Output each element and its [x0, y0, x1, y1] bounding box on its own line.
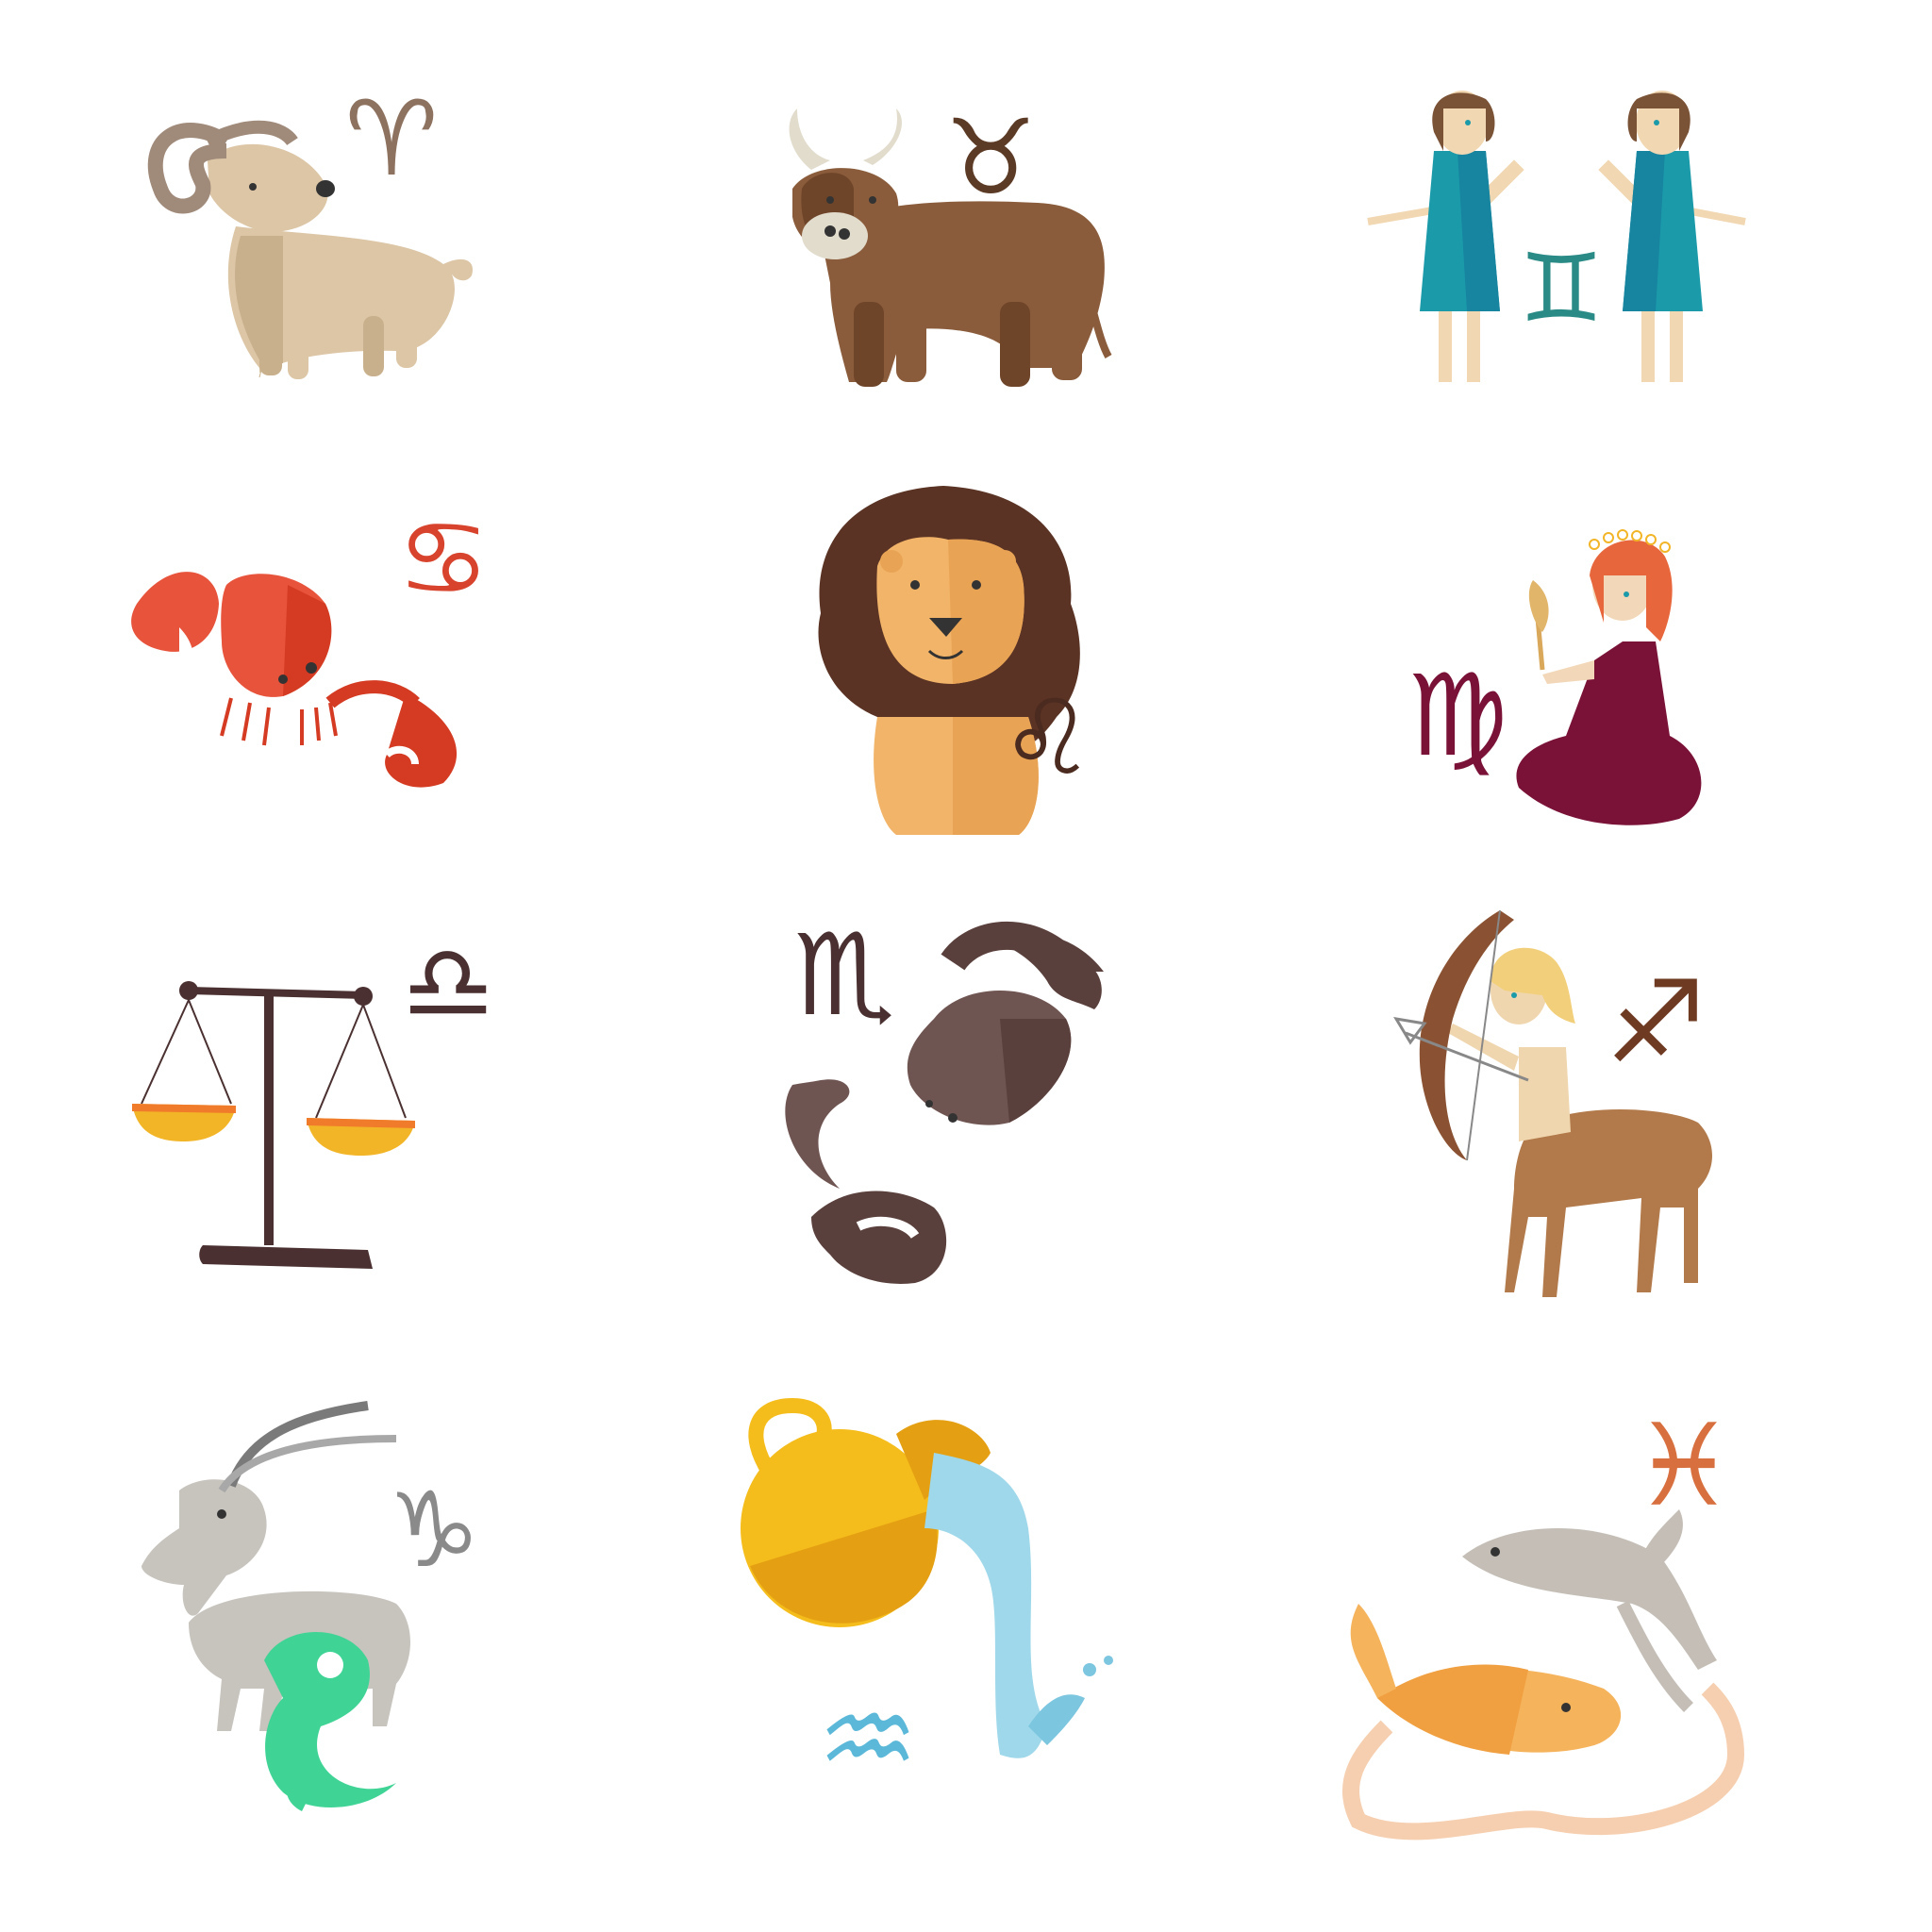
libra-icon: ♎: [132, 923, 494, 1269]
aries-glyph: ♈: [345, 78, 439, 199]
virgo-icon: ♍: [1407, 529, 1702, 825]
leo-icon: ♌: [818, 486, 1094, 835]
taurus-icon: ♉: [789, 97, 1112, 387]
maiden-figure: [1516, 529, 1702, 825]
cancer-icon: ♋: [131, 498, 490, 788]
scorpio-glyph: ♏: [793, 910, 895, 1041]
gemini-glyph: ♊: [1519, 233, 1604, 343]
sagittarius-icon: ♐: [1393, 909, 1712, 1297]
capricorn-glyph: ♑: [388, 1470, 481, 1591]
pisces-icon: ♓: [1342, 1401, 1745, 1840]
zodiac-illustration: ♈ ♉ ♊ ♋ ♌ ♍ ♎ ♏ ♐ ♑ ♒ ♓: [131, 78, 1746, 1840]
aries-icon: ♈: [147, 78, 473, 379]
sea-goat-figure: [142, 1401, 410, 1811]
cancer-glyph: ♋: [397, 498, 491, 619]
scorpio-icon: ♏: [785, 910, 1104, 1284]
fish-figure: [1342, 1509, 1745, 1840]
virgo-glyph: ♍: [1407, 651, 1508, 782]
water-jar-figure: [741, 1397, 1113, 1758]
capricorn-icon: ♑: [142, 1401, 481, 1811]
libra-glyph: ♎: [402, 923, 495, 1043]
sagittarius-glyph: ♐: [1605, 958, 1707, 1089]
taurus-glyph: ♉: [944, 97, 1038, 218]
scales-figure: [132, 981, 415, 1269]
gemini-icon: ♊: [1367, 91, 1746, 382]
aquarius-glyph: ♒: [817, 1674, 919, 1806]
pisces-glyph: ♓: [1633, 1401, 1735, 1532]
aquarius-icon: ♒: [741, 1397, 1113, 1806]
leo-glyph: ♌: [1001, 677, 1094, 798]
